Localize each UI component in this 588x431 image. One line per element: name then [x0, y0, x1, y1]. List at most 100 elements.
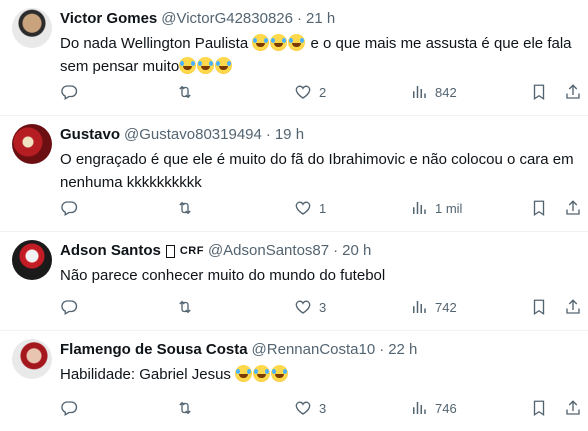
display-name[interactable]: Victor Gomes — [60, 9, 157, 29]
like-count: 3 — [319, 400, 327, 416]
share-icon — [566, 400, 580, 415]
share-icon — [566, 84, 580, 99]
tweet-gustavo[interactable]: Gustavo @Gustavo80319494 · 19 h O engraç… — [0, 116, 588, 232]
views-icon — [413, 86, 426, 98]
share-icon — [566, 299, 580, 314]
retweet-button[interactable] — [176, 82, 194, 102]
club-badge: CRF — [179, 245, 204, 257]
joy-emoji-icon — [270, 34, 288, 51]
joy-emoji-icon — [179, 57, 197, 74]
share-icon — [566, 200, 580, 215]
views-button[interactable]: 742 — [410, 297, 457, 317]
separator-dot: · — [333, 242, 339, 259]
separator-dot: · — [265, 126, 271, 143]
joy-emoji-icon — [197, 57, 215, 74]
user-handle[interactable]: @VictorG42830826 — [161, 9, 293, 29]
tweet-flamengo-de-sousa-costa[interactable]: Flamengo de Sousa Costa @RennanCosta10 ·… — [0, 331, 588, 431]
like-icon — [295, 85, 311, 99]
retweet-icon — [179, 85, 191, 99]
action-bar: 3 742 — [60, 297, 588, 317]
retweet-icon — [179, 300, 191, 314]
view-count: 842 — [435, 84, 457, 100]
tweet-text: O engraçado é que ele é muito do fã do I… — [60, 151, 574, 191]
retweet-button[interactable] — [176, 398, 194, 418]
timestamp[interactable]: 21 h — [306, 9, 335, 29]
retweet-icon — [179, 201, 191, 215]
views-icon — [413, 202, 426, 214]
tweet-victor-gomes[interactable]: Victor Gomes @VictorG42830826 · 21 h Do … — [0, 0, 588, 116]
bookmark-icon — [533, 84, 545, 101]
view-count: 746 — [435, 400, 457, 416]
reply-button[interactable] — [60, 82, 78, 102]
views-button[interactable]: 746 — [410, 398, 457, 418]
display-name[interactable]: Flamengo de Sousa Costa — [60, 340, 248, 360]
joy-emoji-icon — [271, 365, 289, 382]
bookmark-button[interactable] — [530, 398, 548, 418]
action-bar: 2 842 — [60, 82, 588, 102]
like-count: 2 — [319, 84, 327, 100]
bookmark-icon — [533, 299, 545, 316]
views-button[interactable]: 1 mil — [410, 198, 462, 218]
timestamp[interactable]: 22 h — [388, 340, 417, 360]
timestamp[interactable]: 19 h — [275, 125, 304, 145]
reply-icon — [61, 201, 78, 216]
joy-emoji-icon — [253, 365, 271, 382]
like-icon — [295, 300, 311, 314]
action-bar: 3 746 — [60, 398, 588, 418]
tweet-text: Habilidade: Gabriel Jesus — [60, 363, 575, 386]
share-button[interactable] — [564, 82, 582, 102]
flag-glyph-icon — [165, 244, 175, 258]
display-name[interactable]: Adson Santos — [60, 241, 161, 261]
view-count: 1 mil — [435, 200, 463, 216]
bookmark-button[interactable] — [530, 297, 548, 317]
reply-icon — [61, 300, 78, 315]
share-button[interactable] — [564, 198, 582, 218]
joy-emoji-icon — [252, 34, 270, 51]
reply-icon — [61, 85, 78, 100]
bookmark-button[interactable] — [530, 198, 548, 218]
like-button[interactable]: 3 — [294, 297, 326, 317]
views-icon — [413, 402, 426, 414]
like-button[interactable]: 2 — [294, 82, 326, 102]
share-button[interactable] — [564, 398, 582, 418]
tweet-text: Do nada Wellington Paulista e o que mais… — [60, 34, 572, 75]
share-button[interactable] — [564, 297, 582, 317]
avatar[interactable] — [12, 240, 52, 280]
joy-emoji-icon — [235, 365, 253, 382]
reply-button[interactable] — [60, 297, 78, 317]
view-count: 742 — [435, 299, 457, 315]
like-count: 3 — [319, 299, 327, 315]
avatar[interactable] — [12, 339, 52, 379]
like-button[interactable]: 1 — [294, 198, 326, 218]
retweet-button[interactable] — [176, 297, 194, 317]
avatar[interactable] — [12, 124, 52, 164]
user-handle[interactable]: @RennanCosta10 — [252, 340, 376, 360]
like-icon — [295, 401, 311, 415]
bookmark-icon — [533, 200, 545, 217]
timestamp[interactable]: 20 h — [342, 241, 371, 261]
like-icon — [295, 201, 311, 215]
tweet-text: Não parece conhecer muito do mundo do fu… — [60, 267, 386, 284]
views-icon — [413, 301, 426, 313]
bookmark-icon — [533, 400, 545, 417]
views-button[interactable]: 842 — [410, 82, 457, 102]
joy-emoji-icon — [288, 34, 306, 51]
avatar[interactable] — [12, 8, 52, 48]
reply-icon — [61, 401, 78, 416]
separator-dot: · — [379, 341, 385, 358]
user-handle[interactable]: @Gustavo80319494 — [124, 125, 262, 145]
joy-emoji-icon — [215, 57, 233, 74]
reply-feed: Victor Gomes @VictorG42830826 · 21 h Do … — [0, 0, 588, 431]
action-bar: 1 1 mil — [60, 198, 588, 218]
retweet-button[interactable] — [176, 198, 194, 218]
reply-button[interactable] — [60, 398, 78, 418]
separator-dot: · — [296, 10, 302, 27]
retweet-icon — [179, 401, 191, 415]
display-name[interactable]: Gustavo — [60, 125, 120, 145]
like-button[interactable]: 3 — [294, 398, 326, 418]
user-handle[interactable]: @AdsonSantos87 — [208, 241, 329, 261]
tweet-adson-santos[interactable]: Adson Santos CRF @AdsonSantos87 · 20 h N… — [0, 232, 588, 331]
bookmark-button[interactable] — [530, 82, 548, 102]
reply-button[interactable] — [60, 198, 78, 218]
like-count: 1 — [319, 200, 327, 216]
